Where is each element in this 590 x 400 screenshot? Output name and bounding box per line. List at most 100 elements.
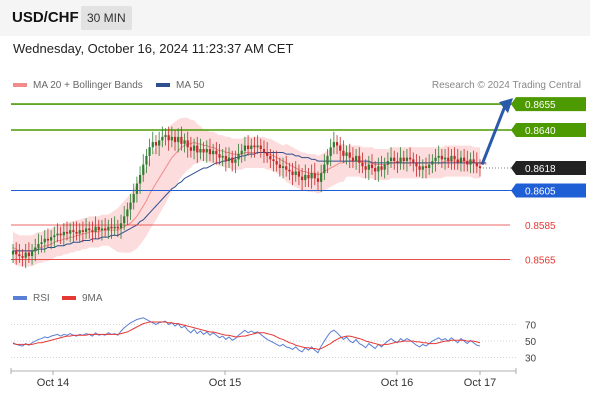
- candle: [94, 226, 97, 232]
- candle: [119, 223, 123, 229]
- candle: [412, 159, 415, 163]
- candle: [11, 250, 15, 255]
- candle: [212, 150, 215, 155]
- candle: [177, 136, 180, 143]
- candle: [208, 149, 212, 155]
- candle: [431, 161, 434, 165]
- level-label-4: 0.8585: [525, 221, 556, 232]
- candle: [402, 157, 405, 162]
- candle: [151, 142, 154, 148]
- candle: [227, 157, 231, 162]
- candle: [81, 230, 84, 232]
- candle: [24, 252, 27, 258]
- candle: [463, 157, 466, 162]
- candle: [440, 155, 443, 160]
- candle: [393, 157, 396, 162]
- candle: [243, 145, 247, 151]
- candle: [50, 237, 53, 241]
- level-label-2: 0.8618: [525, 164, 556, 175]
- candle: [443, 157, 447, 160]
- candle: [104, 228, 107, 231]
- candle: [196, 145, 199, 153]
- candle: [300, 176, 304, 181]
- candle: [218, 154, 221, 158]
- candle: [335, 142, 339, 146]
- candle: [84, 228, 88, 232]
- candle: [380, 166, 383, 170]
- candle: [424, 166, 428, 168]
- candle: [453, 155, 456, 160]
- candle: [27, 252, 30, 257]
- x-tick-label-3: Oct 17: [464, 377, 496, 389]
- candle: [396, 161, 399, 163]
- candle: [389, 157, 393, 162]
- candle: [307, 174, 310, 179]
- candle: [132, 193, 135, 203]
- candle: [472, 159, 475, 163]
- candle: [405, 157, 409, 162]
- candle: [342, 150, 345, 156]
- candle: [192, 145, 196, 151]
- candle: [269, 155, 272, 160]
- level-label-5: 0.8565: [525, 256, 556, 267]
- candle: [135, 183, 138, 194]
- bollinger-band: [13, 117, 480, 267]
- candle: [345, 152, 348, 156]
- candle: [428, 164, 431, 168]
- candle: [202, 149, 205, 153]
- candle: [456, 159, 459, 163]
- candle: [138, 174, 142, 184]
- candle: [205, 149, 208, 153]
- candle: [367, 164, 370, 170]
- candle: [278, 164, 281, 168]
- candle: [37, 244, 40, 248]
- candle: [386, 161, 389, 165]
- candle: [409, 157, 412, 160]
- candle: [129, 202, 132, 210]
- x-tick-label-1: Oct 15: [209, 377, 241, 389]
- candle: [145, 155, 148, 165]
- candle: [320, 173, 323, 182]
- candle: [310, 173, 313, 179]
- candle: [466, 161, 469, 165]
- level-label-3: 0.8605: [525, 186, 556, 197]
- candle: [418, 166, 421, 170]
- candle: [281, 166, 285, 168]
- candle: [256, 145, 259, 148]
- candle: [253, 145, 256, 148]
- candle: [304, 174, 307, 181]
- candle: [161, 136, 164, 141]
- candle: [447, 157, 450, 162]
- x-tick-label-0: Oct 14: [37, 377, 69, 389]
- candle: [170, 136, 173, 141]
- rsi-ma-line: [12, 321, 481, 350]
- candle: [275, 161, 278, 165]
- candle: [116, 226, 119, 229]
- candle: [285, 166, 288, 170]
- candle: [450, 155, 453, 162]
- candle: [469, 159, 472, 165]
- candle: [377, 166, 380, 172]
- candle: [231, 157, 234, 163]
- candle: [30, 250, 34, 257]
- level-label-1: 0.8640: [525, 126, 556, 137]
- candle: [167, 135, 170, 141]
- candle: [43, 238, 46, 243]
- candle: [46, 238, 50, 241]
- candle: [434, 157, 437, 162]
- candle: [250, 145, 253, 149]
- candle: [294, 171, 297, 175]
- candle: [399, 157, 402, 163]
- candle: [259, 145, 262, 149]
- candle: [361, 162, 364, 167]
- candle: [221, 155, 224, 158]
- candle: [88, 228, 91, 231]
- candle: [34, 247, 37, 251]
- candle: [91, 230, 94, 232]
- candle: [224, 155, 227, 162]
- candle: [97, 226, 100, 231]
- candle: [59, 233, 62, 236]
- candle: [189, 147, 193, 151]
- candle: [142, 164, 145, 175]
- candle: [237, 154, 240, 160]
